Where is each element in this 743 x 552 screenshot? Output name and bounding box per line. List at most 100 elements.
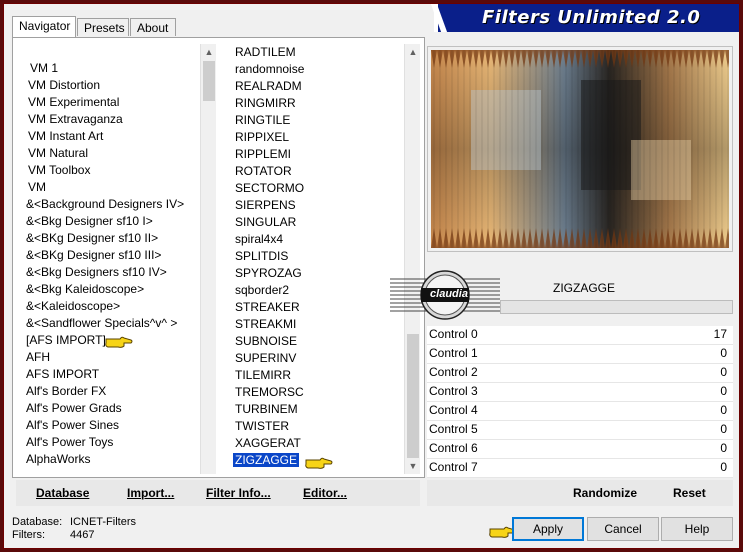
control-row[interactable]: Control 2 0 <box>427 364 733 383</box>
filter-item[interactable]: XAGGERAT <box>224 435 404 452</box>
filter-item-label: sqborder2 <box>235 283 290 297</box>
filter-item[interactable]: STREAKER <box>224 299 404 316</box>
filter-item-label: SINGULAR <box>235 215 297 229</box>
filter-scrollbar[interactable]: ▲ ▼ <box>404 44 420 474</box>
control-value: 17 <box>713 327 727 341</box>
filter-item[interactable]: SUBNOISE <box>224 333 404 350</box>
filter-item[interactable]: RIPPIXEL <box>224 129 404 146</box>
category-item[interactable]: &<Bkg Kaleidoscope> <box>16 281 200 298</box>
filter-item[interactable]: SIERPENS <box>224 197 404 214</box>
category-item[interactable]: VM Experimental <box>16 94 200 111</box>
tab-presets[interactable]: Presets <box>77 18 129 36</box>
category-item[interactable]: VM 1 <box>16 60 200 77</box>
preview-image[interactable] <box>431 50 729 248</box>
category-item[interactable]: Alf's Power Sines <box>16 417 200 434</box>
control-label: Control 4 <box>429 403 478 417</box>
control-row[interactable]: Control 1 0 <box>427 345 733 364</box>
control-row[interactable]: Control 6 0 <box>427 440 733 459</box>
apply-button[interactable]: Apply <box>512 517 584 541</box>
preview-frame <box>427 46 733 252</box>
control-row[interactable]: Control 4 0 <box>427 402 733 421</box>
filters-unlimited-window: Filters Unlimited 2.0 Navigator Presets … <box>3 3 740 549</box>
category-item[interactable]: &<Kaleidoscope> <box>16 298 200 315</box>
filter-item[interactable]: RINGMIRR <box>224 95 404 112</box>
category-item[interactable]: &<Background Designers IV> <box>16 196 200 213</box>
category-scrollbar[interactable]: ▲ <box>200 44 216 474</box>
filter-item[interactable]: SUPERINV <box>224 350 404 367</box>
category-item[interactable]: AFH <box>16 349 200 366</box>
tab-navigator-label: Navigator <box>19 19 71 33</box>
scroll-up-icon[interactable]: ▲ <box>201 44 216 60</box>
filter-item[interactable]: TILEMIRR <box>224 367 404 384</box>
filter-item-label: TWISTER <box>235 419 289 433</box>
filter-item[interactable]: STREAKMI <box>224 316 404 333</box>
filter-item[interactable]: randomnoise <box>224 61 404 78</box>
filter-item[interactable]: RIPPLEMI <box>224 146 404 163</box>
category-item[interactable]: &<Bkg Designer sf10 I> <box>16 213 200 230</box>
category-scroll-thumb[interactable] <box>203 61 215 101</box>
filter-item-label: RINGMIRR <box>235 96 296 110</box>
database-value: ICNET-Filters <box>70 516 136 528</box>
filter-item[interactable]: TWISTER <box>224 418 404 435</box>
scroll-down-icon[interactable]: ▼ <box>405 458 420 474</box>
filter-item-label: SUBNOISE <box>235 334 298 348</box>
filter-item-label: STREAKER <box>235 300 300 314</box>
control-row[interactable]: Control 3 0 <box>427 383 733 402</box>
filter-item[interactable]: SECTORMO <box>224 180 404 197</box>
filter-scroll-thumb[interactable] <box>407 334 419 458</box>
filter-item-label: RIPPLEMI <box>235 147 292 161</box>
filter-item[interactable]: ROTATOR <box>224 163 404 180</box>
control-value: 0 <box>720 403 727 417</box>
filter-info-button[interactable]: Filter Info... <box>206 486 271 500</box>
category-item[interactable]: &<Bkg Designers sf10 IV> <box>16 264 200 281</box>
filter-list[interactable]: RADTILEM randomnoise REALRADM RINGMIRR RINGT… <box>224 44 420 474</box>
filter-item[interactable]: SPYROZAG <box>224 265 404 282</box>
window-title: Filters Unlimited 2.0 <box>482 7 701 28</box>
help-button[interactable]: Help <box>661 517 733 541</box>
control-row[interactable]: Control 7 0 <box>427 459 733 478</box>
selected-filter-name: ZIGZAGGE <box>552 281 615 295</box>
category-item[interactable]: VM Toolbox <box>16 162 200 179</box>
title-banner: Filters Unlimited 2.0 <box>434 4 739 32</box>
scroll-up-icon[interactable]: ▲ <box>405 44 420 60</box>
database-button[interactable]: Database <box>36 486 89 500</box>
category-item[interactable]: VM Instant Art <box>16 128 200 145</box>
filter-item[interactable]: SPLITDIS <box>224 248 404 265</box>
filter-item[interactable]: spiral4x4 <box>224 231 404 248</box>
category-item[interactable]: Alf's Power Toys <box>16 434 200 451</box>
category-item[interactable]: &<Sandflower Specials^v^ > <box>16 315 200 332</box>
category-item[interactable]: VM Distortion <box>16 77 200 94</box>
tab-about[interactable]: About <box>130 18 176 36</box>
category-item[interactable]: VM Natural <box>16 145 200 162</box>
filter-item[interactable]: RADTILEM <box>224 44 404 61</box>
filter-item[interactable]: REALRADM <box>224 78 404 95</box>
category-item[interactable]: AlphaWorks <box>16 451 200 468</box>
category-list[interactable]: VM 1 VM Distortion VM Experimental VM Extra… <box>16 44 216 474</box>
category-item[interactable]: VM <box>16 179 200 196</box>
tab-navigator[interactable]: Navigator <box>12 16 76 38</box>
category-item[interactable]: Alf's Power Grads <box>16 400 200 417</box>
category-item[interactable]: &<BKg Designer sf10 III> <box>16 247 200 264</box>
reset-button[interactable]: Reset <box>673 486 706 500</box>
category-item[interactable]: AFS IMPORT <box>16 366 200 383</box>
filter-item[interactable]: TREMORSC <box>224 384 404 401</box>
import-button[interactable]: Import... <box>127 486 174 500</box>
category-item[interactable]: &<BKg Designer sf10 II> <box>16 230 200 247</box>
randomize-button[interactable]: Randomize <box>573 486 637 500</box>
control-label: Control 6 <box>429 441 478 455</box>
filters-count: 4467 <box>70 529 95 541</box>
tab-about-label: About <box>137 21 169 35</box>
cancel-button[interactable]: Cancel <box>587 517 659 541</box>
filter-item-label: RINGTILE <box>235 113 291 127</box>
control-row[interactable]: Control 5 0 <box>427 421 733 440</box>
control-row[interactable]: Control 0 17 <box>427 326 733 345</box>
editor-button[interactable]: Editor... <box>303 486 347 500</box>
filter-item[interactable]: sqborder2 <box>224 282 404 299</box>
control-value: 0 <box>720 422 727 436</box>
category-item[interactable]: Alf's Border FX <box>16 383 200 400</box>
database-label: Database: <box>12 516 63 528</box>
category-item[interactable]: VM Extravaganza <box>16 111 200 128</box>
filter-item[interactable]: TURBINEM <box>224 401 404 418</box>
filter-item[interactable]: RINGTILE <box>224 112 404 129</box>
filter-item[interactable]: SINGULAR <box>224 214 404 231</box>
